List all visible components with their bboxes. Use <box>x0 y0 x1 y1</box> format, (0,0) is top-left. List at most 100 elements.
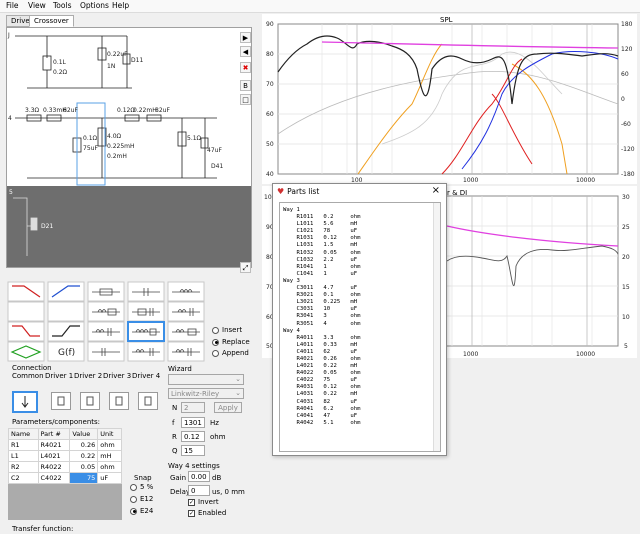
schem-label: 47uF <box>207 147 222 154</box>
params-header: Unit <box>97 428 122 440</box>
spl-title: SPL <box>440 16 453 24</box>
di-yright-tick: 30 <box>622 194 630 201</box>
way4-title: Way 4 settings <box>168 462 220 470</box>
gf-label: G(f) <box>58 348 75 358</box>
di-yright-tick: 15 <box>622 284 630 291</box>
connection-driver1-button[interactable] <box>51 392 71 410</box>
params-cell: R2 <box>8 461 39 473</box>
play-icon[interactable]: ▶ <box>240 32 251 43</box>
params-cell: mH <box>97 450 122 462</box>
table-row[interactable]: C2 C4022 75 uF <box>8 472 122 484</box>
wizard-f-input[interactable]: 1301 <box>181 417 205 428</box>
spl-yleft-tick: 40 <box>266 171 274 178</box>
parts-list-line: C1021 78 uF <box>283 228 358 235</box>
params-value-cell-selected[interactable]: 75 <box>69 472 99 484</box>
replace-label: Replace <box>222 338 250 346</box>
app-logo-icon: ♥ <box>277 187 285 196</box>
insert-label: Insert <box>222 326 243 334</box>
filter-palette[interactable]: G(f) <box>6 280 211 364</box>
snap-5pct-radio[interactable]: 5 % <box>130 483 153 491</box>
delay-input[interactable]: 0 <box>188 485 210 496</box>
params-value-cell[interactable]: 0.22 <box>69 450 99 462</box>
menu-tools[interactable]: Tools <box>53 1 71 10</box>
params-value-cell[interactable]: 0.26 <box>69 439 99 451</box>
connection-common-button[interactable] <box>12 391 38 413</box>
checkmark-icon: ✓ <box>188 509 195 517</box>
invert-label: Invert <box>198 498 219 506</box>
schematic-drawing-lower: 5 D21 <box>9 189 53 256</box>
params-cell: ohm <box>97 461 122 473</box>
parts-list-line: R1041 1 ohm <box>283 263 361 270</box>
parts-list-line: R4011 3.3 ohm <box>283 334 361 341</box>
table-row[interactable]: L1 L4021 0.22 mH <box>8 450 122 462</box>
transfer-function-label: Transfer function: <box>12 525 74 533</box>
enabled-checkbox[interactable]: ✓ Enabled <box>188 509 226 517</box>
connection-driver3-button[interactable] <box>109 392 129 410</box>
scrollbar[interactable] <box>433 203 440 451</box>
wizard-q-input[interactable]: 15 <box>181 445 205 456</box>
connection-driver2-button[interactable] <box>80 392 100 410</box>
schem-label: 75uF <box>83 145 98 152</box>
expand-icon[interactable]: ⤢ <box>240 262 251 273</box>
parts-list-textarea[interactable]: Way 1 R1011 0.2 ohm L1011 5.6 mH C1021 7… <box>279 202 441 452</box>
crossover-schematic[interactable]: J 0.1L 0.2Ω 0.22uF D11 1N 3.3Ω 0.33mH 62… <box>6 27 252 268</box>
params-header: Value <box>69 428 99 440</box>
di-yright-tick: 20 <box>622 254 630 261</box>
connection-driver4-button[interactable] <box>138 392 158 410</box>
close-button[interactable]: × <box>432 185 440 196</box>
di-yright-tick: 25 <box>622 224 630 231</box>
spl-yright-tick: -180 <box>621 171 635 178</box>
di-x-tick: 10000 <box>576 351 595 358</box>
gain-label: Gain <box>170 474 187 482</box>
parts-list-line: R3041 3 ohm <box>283 313 361 320</box>
di-yright-tick: 5 <box>624 343 628 350</box>
gain-input[interactable]: 0.00 <box>188 471 210 482</box>
menu-file[interactable]: File <box>6 1 19 10</box>
snap-e24-radio[interactable]: E24 <box>130 507 153 515</box>
tab-crossover[interactable]: Crossover <box>29 15 74 27</box>
params-header: Name <box>8 428 39 440</box>
params-cell: R1 <box>8 439 39 451</box>
spl-chart: SPL 90 80 70 60 50 40 180 120 60 0 -60 -… <box>266 16 635 184</box>
arrow-left-icon[interactable]: ◀ <box>240 46 251 57</box>
menu-view[interactable]: View <box>28 1 46 10</box>
parts-list-titlebar[interactable]: ♥ Parts list × <box>273 184 446 199</box>
invert-checkbox[interactable]: ✓ Invert <box>188 498 219 506</box>
wizard-type-select[interactable]: Linkwitz-Riley ⌄ <box>168 388 244 399</box>
schem-label: 1N <box>107 63 115 70</box>
replace-radio[interactable]: Replace <box>212 338 250 346</box>
spl-yright-tick: 180 <box>621 21 633 28</box>
parts-list-line: R1031 0.12 ohm <box>283 235 361 242</box>
connection-title: Connection <box>12 364 52 372</box>
params-value-cell[interactable]: 0.05 <box>69 461 99 473</box>
schem-label: 0.1Ω <box>83 135 98 142</box>
connection-col-driver3: Driver 3 <box>103 372 132 380</box>
menu-help[interactable]: Help <box>112 1 129 10</box>
schematic-drawing: J 0.1L 0.2Ω 0.22uF D11 1N 3.3Ω 0.33mH 62… <box>7 32 223 186</box>
parts-list-line: R4031 0.12 ohm <box>283 384 361 391</box>
insert-radio[interactable]: Insert <box>212 326 242 334</box>
params-cell: uF <box>97 472 122 484</box>
wizard-category-select[interactable]: ⌄ <box>168 374 244 385</box>
spl-plot[interactable]: SPL 90 80 70 60 50 40 180 120 60 0 -60 -… <box>262 14 637 184</box>
schematic-inactive-area: 5 D21 <box>7 186 251 267</box>
box-icon[interactable]: □ <box>240 94 251 105</box>
params-cell: L4021 <box>37 450 71 462</box>
schem-label: 4.0Ω <box>107 133 122 140</box>
apply-button[interactable]: Apply <box>214 402 242 413</box>
delete-icon[interactable]: ✖ <box>240 62 251 73</box>
table-row[interactable]: R2 R4022 0.05 ohm <box>8 461 122 473</box>
append-radio[interactable]: Append <box>212 349 249 357</box>
params-table[interactable]: Name Part # Value Unit R1 R4021 0.26 ohm L… <box>8 428 122 484</box>
wizard-r-input[interactable]: 0.12 <box>181 431 205 442</box>
delay-unit: us, 0 mm <box>212 488 245 496</box>
snap-e12-radio[interactable]: E12 <box>130 495 153 503</box>
params-cell: R4021 <box>37 439 71 451</box>
b-button[interactable]: B <box>240 80 251 91</box>
parts-list-text: Way 1 R1011 0.2 ohm L1011 5.6 mH C1021 7… <box>283 207 440 427</box>
parts-list-window[interactable]: ♥ Parts list × Way 1 R1011 0.2 ohm L1011… <box>272 183 447 456</box>
schem-label: 5 <box>9 189 13 196</box>
menu-options[interactable]: Options <box>80 1 109 10</box>
table-row[interactable]: R1 R4021 0.26 ohm <box>8 439 122 451</box>
wizard-n-select[interactable]: 2 <box>181 402 205 413</box>
